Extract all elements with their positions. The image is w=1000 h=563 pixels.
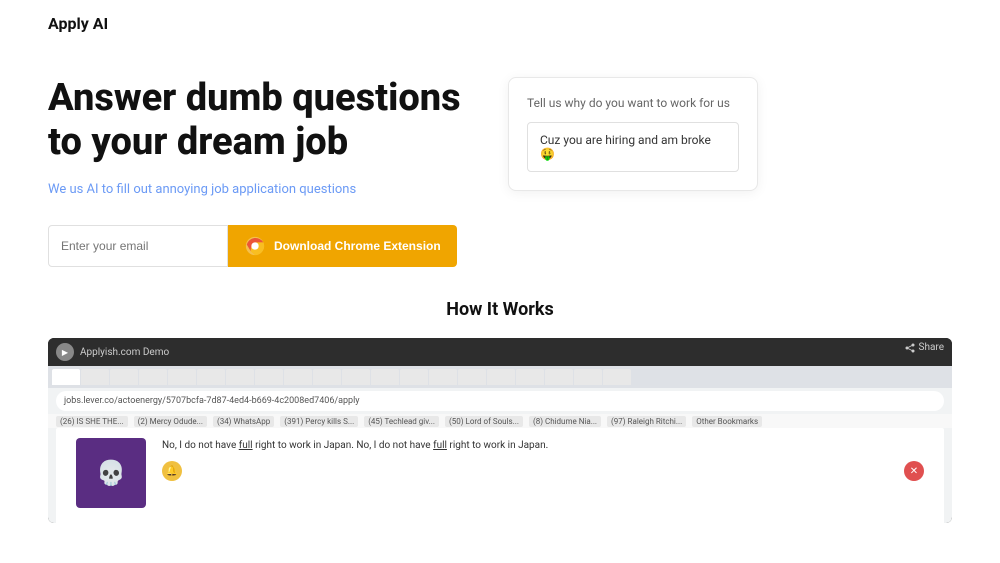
card-answer-box: Cuz you are hiring and am broke 🤑 bbox=[527, 122, 739, 172]
browser-mockup: jobs.lever.co/actoenergy/5707bcfa-7d87-4… bbox=[48, 366, 952, 523]
video-avatar: ▶ bbox=[56, 343, 74, 361]
answer-text: No, I do not have full right to work in … bbox=[162, 438, 924, 453]
hero-subtitle: We us AI to fill out annoying job applic… bbox=[48, 182, 468, 197]
browser-tab[interactable] bbox=[371, 369, 399, 385]
browser-content: 💀 No, I do not have full right to work i… bbox=[56, 428, 944, 523]
how-it-works-title: How It Works bbox=[0, 299, 1000, 320]
email-input[interactable] bbox=[48, 225, 228, 267]
address-bar-text: jobs.lever.co/actoenergy/5707bcfa-7d87-4… bbox=[64, 396, 360, 406]
share-label: Share bbox=[919, 342, 944, 353]
hero-left: Answer dumb questions to your dream job … bbox=[48, 77, 468, 267]
bookmarks-bar: (26) IS SHE THE... (2) Mercy Odude... (3… bbox=[48, 414, 952, 428]
share-icon bbox=[905, 343, 915, 353]
browser-tab[interactable] bbox=[516, 369, 544, 385]
answer-area: No, I do not have full right to work in … bbox=[162, 438, 924, 508]
bookmark-item[interactable]: (45) Techlead giv... bbox=[364, 416, 439, 427]
cta-row: Download Chrome Extension bbox=[48, 225, 468, 267]
bell-icon: 🔔 bbox=[162, 461, 182, 481]
bookmark-item[interactable]: (26) IS SHE THE... bbox=[56, 416, 128, 427]
browser-tabs bbox=[48, 366, 952, 388]
browser-tab[interactable] bbox=[139, 369, 167, 385]
video-container: ▶ Applyish.com Demo Share bbox=[48, 338, 952, 523]
bookmark-item[interactable]: (34) WhatsApp bbox=[213, 416, 274, 427]
browser-tab[interactable] bbox=[168, 369, 196, 385]
emoji-box: 💀 bbox=[76, 438, 146, 508]
how-it-works-section: How It Works bbox=[0, 287, 1000, 330]
browser-tab[interactable] bbox=[284, 369, 312, 385]
browser-tab[interactable] bbox=[574, 369, 602, 385]
browser-tab[interactable] bbox=[458, 369, 486, 385]
chrome-icon bbox=[244, 235, 266, 257]
hero-title: Answer dumb questions to your dream job bbox=[48, 77, 468, 164]
download-chrome-button[interactable]: Download Chrome Extension bbox=[228, 225, 457, 267]
bookmark-item[interactable]: (391) Percy kills S... bbox=[280, 416, 358, 427]
video-label: Applyish.com Demo bbox=[80, 347, 169, 358]
browser-tab[interactable] bbox=[197, 369, 225, 385]
browser-tab-active[interactable] bbox=[52, 369, 80, 385]
content-inner: 💀 No, I do not have full right to work i… bbox=[56, 428, 944, 518]
hero-section: Answer dumb questions to your dream job … bbox=[0, 47, 1000, 287]
card-answer-text: Cuz you are hiring and am broke 🤑 bbox=[540, 133, 711, 161]
browser-tab[interactable] bbox=[400, 369, 428, 385]
question-card: Tell us why do you want to work for us C… bbox=[508, 77, 758, 191]
browser-tab[interactable] bbox=[603, 369, 631, 385]
browser-tab[interactable] bbox=[487, 369, 515, 385]
bookmark-item[interactable]: (2) Mercy Odude... bbox=[134, 416, 207, 427]
card-question-text: Tell us why do you want to work for us bbox=[527, 96, 739, 110]
skull-emoji: 💀 bbox=[96, 459, 126, 487]
bookmark-item[interactable]: Other Bookmarks bbox=[692, 416, 762, 427]
browser-tab[interactable] bbox=[110, 369, 138, 385]
close-icon[interactable]: ✕ bbox=[904, 461, 924, 481]
header: Apply AI bbox=[0, 0, 1000, 47]
address-bar[interactable]: jobs.lever.co/actoenergy/5707bcfa-7d87-4… bbox=[56, 391, 944, 411]
share-button[interactable]: Share bbox=[905, 342, 944, 353]
bookmark-item[interactable]: (97) Raleigh Ritchi... bbox=[607, 416, 686, 427]
browser-tab[interactable] bbox=[226, 369, 254, 385]
bookmark-item[interactable]: (50) Lord of Souls... bbox=[445, 416, 523, 427]
video-top-bar: ▶ Applyish.com Demo Share bbox=[48, 338, 952, 366]
browser-tab[interactable] bbox=[545, 369, 573, 385]
logo: Apply AI bbox=[48, 14, 108, 33]
hero-right: Tell us why do you want to work for us C… bbox=[508, 77, 758, 191]
browser-tab[interactable] bbox=[81, 369, 109, 385]
bookmark-item[interactable]: (8) Chidume Nia... bbox=[529, 416, 601, 427]
browser-tab[interactable] bbox=[342, 369, 370, 385]
answer-icons: 🔔 ✕ bbox=[162, 461, 924, 481]
download-button-label: Download Chrome Extension bbox=[274, 239, 441, 253]
browser-tab[interactable] bbox=[255, 369, 283, 385]
browser-tab[interactable] bbox=[429, 369, 457, 385]
browser-tab[interactable] bbox=[313, 369, 341, 385]
